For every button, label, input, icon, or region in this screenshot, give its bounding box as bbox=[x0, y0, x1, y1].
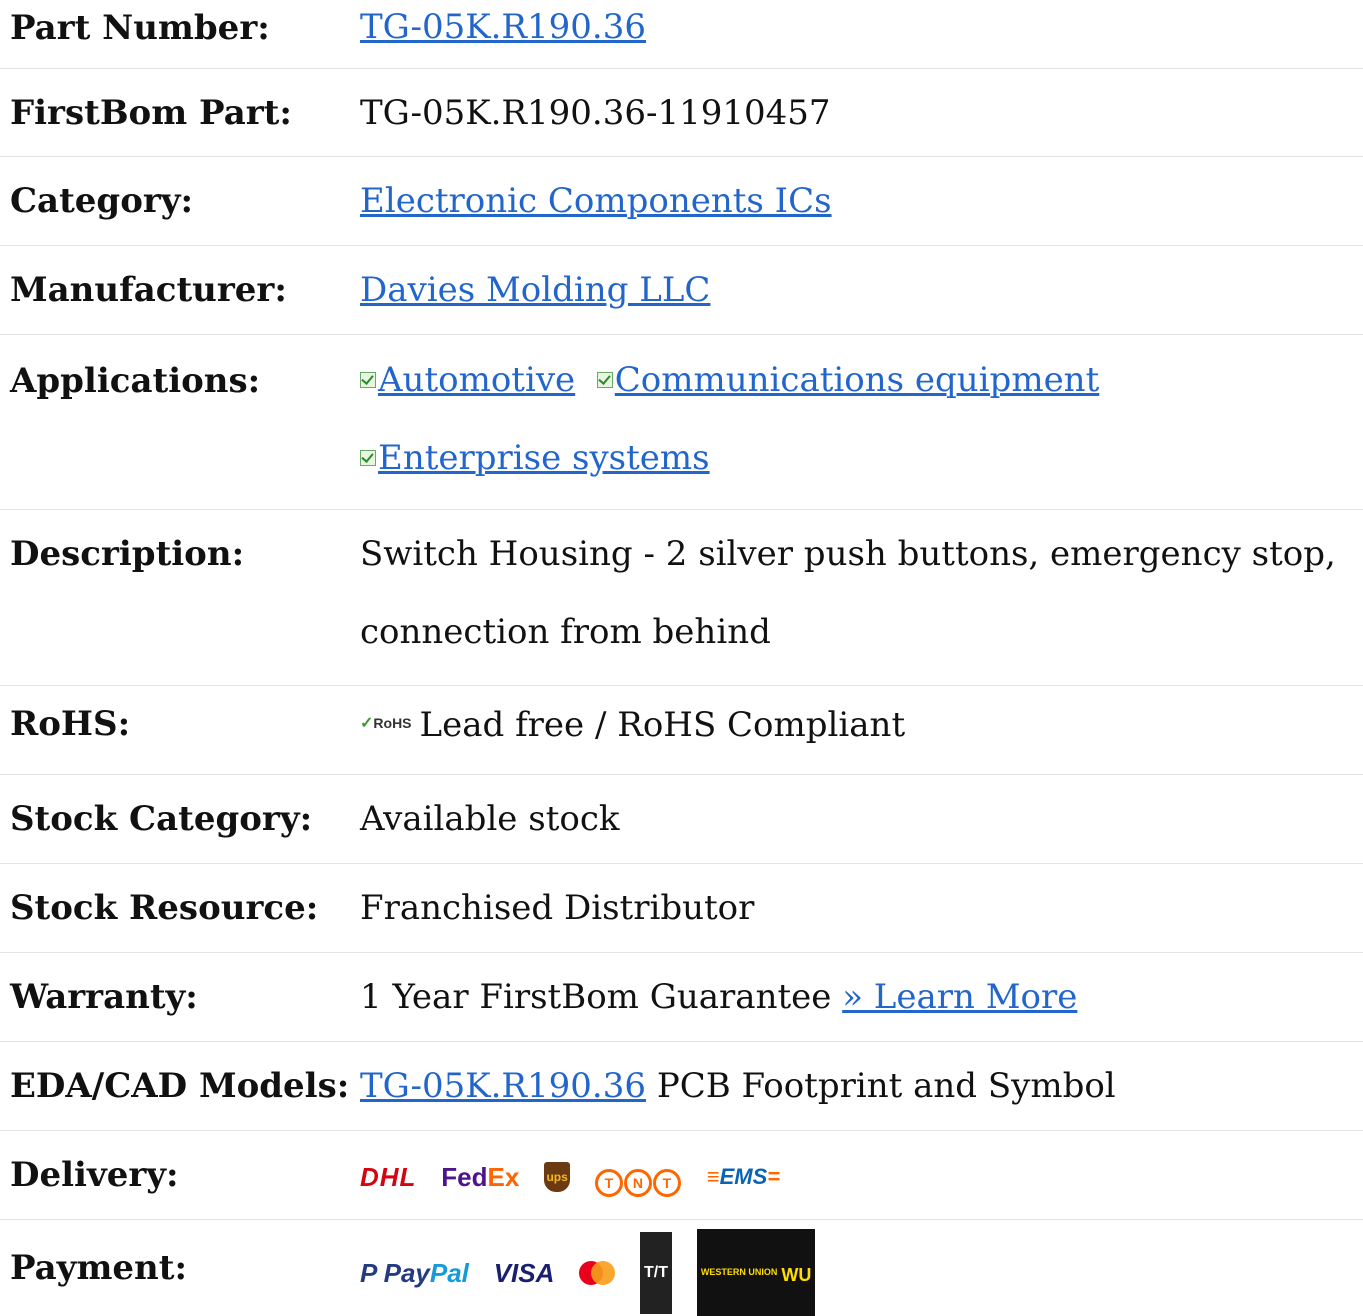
eda-cad-value: TG-05K.R190.36 PCB Footprint and Symbol bbox=[360, 1047, 1357, 1125]
stock-resource-row: Stock Resource: Franchised Distributor bbox=[0, 864, 1363, 953]
rohs-value: ✓RoHS Lead free / RoHS Compliant bbox=[360, 684, 1357, 764]
checkbox-icon bbox=[596, 372, 613, 388]
category-label: Category: bbox=[10, 181, 194, 221]
application-item: Communications equipment bbox=[596, 360, 1099, 400]
application-link-automotive[interactable]: Automotive bbox=[378, 360, 575, 400]
learn-more-link[interactable]: » Learn More bbox=[842, 977, 1077, 1017]
applications-row: Applications: Automotive Communications … bbox=[0, 335, 1363, 510]
mastercard-logo bbox=[579, 1260, 616, 1285]
payment-row: Payment: P PayPal VISA T/T WESTERN UNION… bbox=[0, 1220, 1363, 1316]
visa-logo: VISA bbox=[493, 1257, 555, 1288]
check-icon: ✓ bbox=[360, 715, 374, 732]
rohs-status: Lead free / RoHS Compliant bbox=[419, 705, 906, 745]
stock-category-label: Stock Category: bbox=[10, 799, 313, 839]
manufacturer-value: Davies Molding LLC bbox=[360, 251, 1357, 329]
description-row: Description: Switch Housing - 2 silver p… bbox=[0, 510, 1363, 686]
application-item: Enterprise systems bbox=[360, 438, 710, 478]
checkbox-icon bbox=[360, 372, 376, 388]
stock-resource-label: Stock Resource: bbox=[10, 888, 319, 928]
eda-cad-suffix: PCB Footprint and Symbol bbox=[656, 1066, 1116, 1106]
category-value: Electronic Components ICs bbox=[360, 162, 1357, 240]
dhl-logo: DHL bbox=[360, 1162, 417, 1192]
rohs-label: RoHS: bbox=[10, 704, 131, 744]
part-number-label: Part Number: bbox=[10, 8, 270, 48]
delivery-label: Delivery: bbox=[10, 1155, 179, 1195]
stock-resource-value: Franchised Distributor bbox=[360, 888, 755, 928]
tnt-logo: TNT bbox=[594, 1138, 682, 1216]
product-spec-table: Part Number: TG-05K.R190.36 FirstBom Par… bbox=[0, 0, 1363, 1316]
rohs-logo: ✓RoHS bbox=[360, 715, 412, 732]
warranty-row: Warranty: 1 Year FirstBom Guarantee » Le… bbox=[0, 953, 1363, 1042]
firstbom-part-row: FirstBom Part: TG-05K.R190.36-11910457 bbox=[0, 69, 1363, 157]
eda-cad-row: EDA/CAD Models: TG-05K.R190.36 PCB Footp… bbox=[0, 1042, 1363, 1131]
paypal-logo: P PayPal bbox=[360, 1257, 469, 1288]
tt-logo: T/T bbox=[640, 1231, 673, 1314]
part-number-row: Part Number: TG-05K.R190.36 bbox=[0, 0, 1363, 69]
firstbom-part-value: TG-05K.R190.36-11910457 bbox=[360, 93, 831, 133]
ups-logo: ups bbox=[544, 1162, 571, 1192]
part-number-value: TG-05K.R190.36 bbox=[360, 0, 1357, 66]
warranty-value: 1 Year FirstBom Guarantee » Learn More bbox=[360, 958, 1357, 1036]
payment-value: P PayPal VISA T/T WESTERN UNION WU bbox=[360, 1229, 1357, 1316]
firstbom-part-label: FirstBom Part: bbox=[10, 93, 292, 133]
application-item: Automotive bbox=[360, 360, 575, 400]
stock-category-value: Available stock bbox=[360, 799, 620, 839]
part-number-link[interactable]: TG-05K.R190.36 bbox=[360, 7, 646, 47]
description-label: Description: bbox=[10, 534, 245, 574]
warranty-label: Warranty: bbox=[10, 977, 198, 1017]
payment-label: Payment: bbox=[10, 1248, 188, 1288]
applications-label: Applications: bbox=[10, 361, 261, 401]
category-link[interactable]: Electronic Components ICs bbox=[360, 181, 832, 221]
rohs-row: RoHS: ✓RoHS Lead free / RoHS Compliant bbox=[0, 686, 1363, 775]
application-link-communications[interactable]: Communications equipment bbox=[615, 360, 1099, 400]
manufacturer-row: Manufacturer: Davies Molding LLC bbox=[0, 246, 1363, 335]
ems-logo: ≡EMS= bbox=[706, 1164, 781, 1189]
description-value: Switch Housing - 2 silver push buttons, … bbox=[360, 534, 1336, 652]
applications-value: Automotive Communications equipment Ente… bbox=[360, 341, 1357, 497]
stock-category-row: Stock Category: Available stock bbox=[0, 775, 1363, 864]
warranty-text: 1 Year FirstBom Guarantee bbox=[360, 977, 832, 1017]
manufacturer-label: Manufacturer: bbox=[10, 270, 287, 310]
western-union-logo: WESTERN UNION WU bbox=[696, 1229, 816, 1316]
category-row: Category: Electronic Components ICs bbox=[0, 157, 1363, 246]
delivery-value: DHL FedEx ups TNT ≡EMS= bbox=[360, 1136, 1357, 1216]
manufacturer-link[interactable]: Davies Molding LLC bbox=[360, 270, 710, 310]
eda-cad-label: EDA/CAD Models: bbox=[10, 1066, 350, 1106]
application-link-enterprise[interactable]: Enterprise systems bbox=[378, 438, 710, 478]
eda-cad-link[interactable]: TG-05K.R190.36 bbox=[360, 1066, 646, 1106]
delivery-row: Delivery: DHL FedEx ups TNT ≡EMS= bbox=[0, 1131, 1363, 1220]
fedex-logo: FedEx bbox=[441, 1162, 520, 1192]
checkbox-icon bbox=[360, 450, 376, 466]
